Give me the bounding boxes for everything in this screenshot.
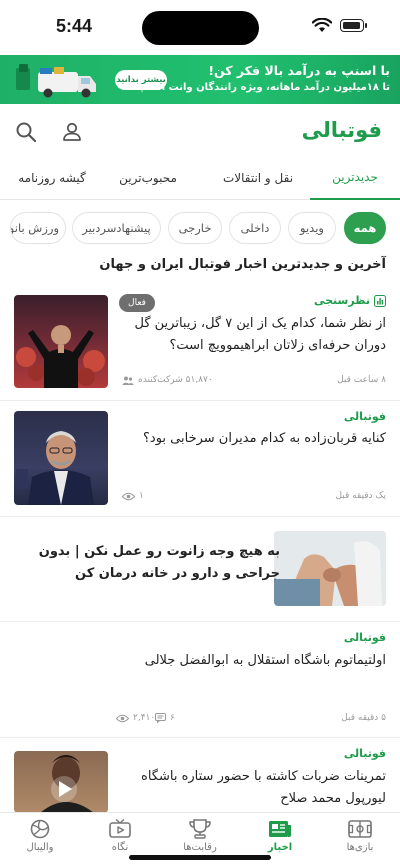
manager-photo xyxy=(16,431,94,505)
category-tabs: جدیدترین نقل و انتقالات محبوب‌ترین گیشه … xyxy=(0,156,400,200)
user-icon[interactable] xyxy=(60,120,84,144)
comment-icon xyxy=(155,713,166,723)
divider xyxy=(0,737,400,738)
knee-photo xyxy=(274,531,386,606)
article-views: ۱ xyxy=(122,491,144,501)
tab-popular[interactable]: محبوب‌ترین xyxy=(108,156,188,200)
soccer-field-icon xyxy=(348,820,372,838)
nav-label: والیبال xyxy=(26,842,54,853)
article-category: نظرسنجی xyxy=(314,294,386,307)
section-heading: آخرین و جدیدترین اخبار فوتبال ایران و جه… xyxy=(99,257,386,272)
chip-editor-picks[interactable]: پیشنهادسردبیر xyxy=(72,212,161,244)
people-icon xyxy=(122,376,134,385)
article-time: یک دقیقه قبل xyxy=(335,491,386,501)
status-bar: 5:44 xyxy=(0,0,400,55)
van-icon xyxy=(16,64,96,98)
sponsored-title[interactable]: به هیچ وجه زانوت رو عمل نکن | بدون جراحی… xyxy=(24,541,280,585)
article-thumbnail[interactable] xyxy=(14,411,108,505)
chip-domestic[interactable]: داخلی xyxy=(229,212,281,244)
trophy-icon xyxy=(189,819,211,839)
article-title[interactable]: تمرینات ضربات کاشته با حضور ستاره باشگاه… xyxy=(122,766,386,810)
article-title[interactable]: اولتیماتوم باشگاه استقلال به ابوالفضل جل… xyxy=(16,650,386,672)
nav-label: اخبار xyxy=(267,842,293,853)
article-participants: ۵۱,۸۷۰ شرکت‌کننده xyxy=(122,375,213,385)
nav-label: رقابت‌ها xyxy=(183,842,217,853)
comments-count: ۶ xyxy=(170,713,175,723)
article-title[interactable]: کنایه قربان‌زاده به کدام مدیران سرخابی ب… xyxy=(122,428,386,450)
player-photo xyxy=(16,325,105,388)
divider xyxy=(0,621,400,622)
nav-volleyball[interactable]: والیبال xyxy=(5,819,75,863)
tab-transfers[interactable]: نقل و انتقالات xyxy=(208,156,308,200)
article-category-label: نظرسنجی xyxy=(313,294,370,307)
home-indicator[interactable] xyxy=(129,855,271,860)
tv-play-icon xyxy=(109,819,131,838)
ad-title: با اسنپ به درآمد بالا فکر کن! xyxy=(208,63,390,78)
battery-icon xyxy=(340,19,367,32)
chip-all[interactable]: همه xyxy=(344,212,386,244)
eye-icon xyxy=(116,714,129,722)
app-header: فوتبالی xyxy=(0,104,400,156)
article-category: فوتبالی xyxy=(343,631,386,644)
ad-banner[interactable]: بیشتر بدانید با اسنپ به درآمد بالا فکر ک… xyxy=(0,55,400,104)
nav-label: بازی‌ها xyxy=(346,842,374,853)
article-time: ۵ دقیقه قبل xyxy=(341,713,386,723)
chip-women-sports[interactable]: ورزش بانوان xyxy=(10,212,66,244)
article-category: فوتبالی xyxy=(343,747,386,760)
dynamic-island xyxy=(142,11,259,45)
search-icon[interactable] xyxy=(14,120,38,144)
views-count: ۱ xyxy=(139,491,144,501)
chip-video[interactable]: ویدیو xyxy=(288,212,336,244)
volleyball-icon xyxy=(30,819,50,839)
chip-foreign[interactable]: خارجی xyxy=(168,212,222,244)
nav-games[interactable]: بازی‌ها xyxy=(325,819,395,863)
tab-newest[interactable]: جدیدترین xyxy=(310,156,400,200)
app-logo[interactable]: فوتبالی xyxy=(302,118,382,142)
divider xyxy=(0,516,400,517)
divider xyxy=(0,400,400,401)
views-count: ۲,۴۱۰ xyxy=(133,713,156,723)
tab-newspaper-kiosk[interactable]: گیشه روزنامه xyxy=(2,156,102,200)
eye-icon xyxy=(122,492,135,500)
newspaper-icon xyxy=(269,821,291,837)
article-views: ۲,۴۱۰ xyxy=(116,713,155,723)
nav-label: نگاه xyxy=(111,842,129,853)
poll-icon xyxy=(374,294,386,307)
article-title[interactable]: از نظر شما، کدام یک از این ۷ گل، زیباتری… xyxy=(122,313,386,357)
article-thumbnail[interactable] xyxy=(14,295,108,388)
wifi-icon xyxy=(312,18,332,32)
article-time: ۸ ساعت قبل xyxy=(337,375,386,385)
article-comments: ۶ xyxy=(155,713,175,723)
article-thumbnail[interactable] xyxy=(274,531,386,606)
article-thumbnail[interactable] xyxy=(14,751,108,813)
ad-subtitle: تا ۱۸میلیون درآمد ماهانه، ویژه رانندگان … xyxy=(132,82,390,93)
status-badge: فعال xyxy=(119,294,155,312)
participants-count: ۵۱,۸۷۰ شرکت‌کننده xyxy=(138,375,213,385)
filter-chips: همه ویدیو داخلی خارجی پیشنهادسردبیر ورزش… xyxy=(0,212,400,248)
clock: 5:44 xyxy=(56,16,93,36)
article-category: فوتبالی xyxy=(343,410,386,423)
player-photo xyxy=(40,755,94,813)
